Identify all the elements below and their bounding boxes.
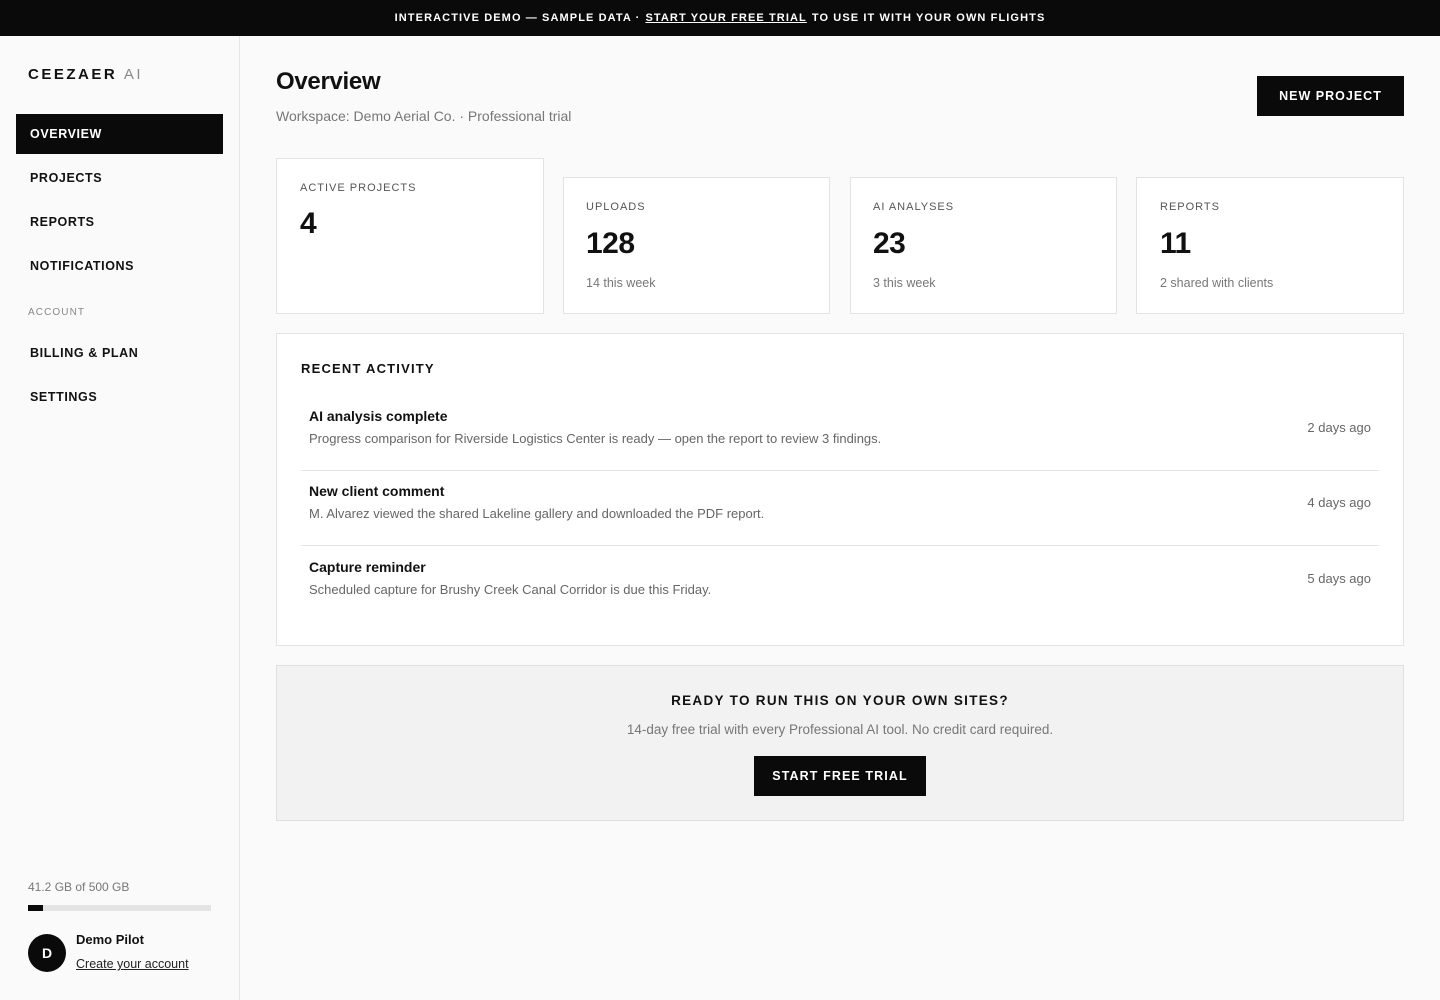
activity-item[interactable]: AI analysis complete Progress comparison… <box>301 396 1379 471</box>
sidebar-section-account: ACCOUNT <box>28 307 86 318</box>
stat-label: AI ANALYSES <box>873 201 955 213</box>
sidebar-item-label: REPORTS <box>30 215 95 229</box>
user-name: Demo Pilot <box>76 932 144 947</box>
banner-trial-link[interactable]: START YOUR FREE TRIAL <box>645 12 806 24</box>
stat-sub: 2 shared with clients <box>1160 276 1274 290</box>
brand-suffix: AI <box>123 66 144 83</box>
activity-item-desc: Scheduled capture for Brushy Creek Canal… <box>309 582 712 597</box>
sidebar-item-label: BILLING & PLAN <box>30 346 139 360</box>
activity-item-time: 5 days ago <box>1307 571 1371 586</box>
storage-usage-fill <box>28 905 44 911</box>
banner-suffix: TO USE IT WITH YOUR OWN FLIGHTS <box>811 12 1046 24</box>
sidebar-item-notifications[interactable]: NOTIFICATIONS <box>16 246 223 286</box>
stat-sub: 3 this week <box>873 276 936 290</box>
stat-card-reports[interactable]: REPORTS 11 2 shared with clients <box>1136 177 1404 314</box>
demo-banner: INTERACTIVE DEMO — SAMPLE DATA · START Y… <box>0 0 1440 36</box>
stat-value: 128 <box>586 227 635 260</box>
cta-title: READY TO RUN THIS ON YOUR OWN SITES? <box>671 693 1009 708</box>
sidebar-item-overview[interactable]: OVERVIEW <box>16 114 223 154</box>
activity-item-title: New client comment <box>309 483 445 499</box>
storage-usage-bar <box>28 905 211 911</box>
activity-item-desc: Progress comparison for Riverside Logist… <box>309 431 882 446</box>
sidebar-item-label: OVERVIEW <box>30 127 102 141</box>
sidebar-item-label: SETTINGS <box>30 390 98 404</box>
brand-name: CEEZAER <box>28 66 118 83</box>
avatar[interactable]: D <box>28 934 66 972</box>
activity-item[interactable]: New client comment M. Alvarez viewed the… <box>301 471 1379 546</box>
sidebar-item-label: NOTIFICATIONS <box>30 259 135 273</box>
sidebar-item-billing[interactable]: BILLING & PLAN <box>16 333 223 373</box>
avatar-initial: D <box>41 945 53 961</box>
page-title: Overview <box>276 68 381 95</box>
stat-label: REPORTS <box>1160 201 1220 213</box>
stat-sub: 14 this week <box>586 276 656 290</box>
stat-value: 11 <box>1160 227 1191 260</box>
recent-activity-panel: RECENT ACTIVITY AI analysis complete Pro… <box>276 333 1404 646</box>
brand-logo[interactable]: CEEZAER AI <box>28 66 143 83</box>
activity-item-time: 4 days ago <box>1307 495 1371 510</box>
activity-item-title: Capture reminder <box>309 559 426 575</box>
activity-item[interactable]: Capture reminder Scheduled capture for B… <box>301 547 1379 622</box>
recent-activity-title: RECENT ACTIVITY <box>301 361 435 376</box>
stat-label: UPLOADS <box>586 201 646 213</box>
page-subtitle: Workspace: Demo Aerial Co. · Professiona… <box>276 108 572 124</box>
sidebar: CEEZAER AI OVERVIEW PROJECTS REPORTS NOT… <box>0 36 240 1000</box>
storage-usage-label: 41.2 GB of 500 GB <box>28 880 130 894</box>
stat-card-active-projects[interactable]: ACTIVE PROJECTS 4 <box>276 158 544 314</box>
sidebar-item-settings[interactable]: SETTINGS <box>16 377 223 417</box>
cta-subtitle: 14-day free trial with every Professiona… <box>626 722 1054 737</box>
sidebar-item-reports[interactable]: REPORTS <box>16 202 223 242</box>
stat-card-uploads[interactable]: UPLOADS 128 14 this week <box>563 177 830 314</box>
activity-item-desc: M. Alvarez viewed the shared Lakeline ga… <box>309 506 765 521</box>
stat-value: 4 <box>300 207 317 240</box>
trial-cta-panel: READY TO RUN THIS ON YOUR OWN SITES? 14-… <box>276 665 1404 821</box>
banner-prefix: INTERACTIVE DEMO — SAMPLE DATA · <box>394 12 641 24</box>
stat-value: 23 <box>873 227 906 260</box>
start-free-trial-button[interactable]: START FREE TRIAL <box>754 756 926 796</box>
stat-card-ai-analyses[interactable]: AI ANALYSES 23 3 this week <box>850 177 1117 314</box>
stat-label: ACTIVE PROJECTS <box>300 182 417 194</box>
sidebar-item-label: PROJECTS <box>30 171 103 185</box>
sidebar-item-projects[interactable]: PROJECTS <box>16 158 223 198</box>
create-account-link[interactable]: Create your account <box>76 957 189 971</box>
activity-item-title: AI analysis complete <box>309 408 448 424</box>
new-project-button[interactable]: NEW PROJECT <box>1257 76 1404 116</box>
activity-item-time: 2 days ago <box>1307 420 1371 435</box>
